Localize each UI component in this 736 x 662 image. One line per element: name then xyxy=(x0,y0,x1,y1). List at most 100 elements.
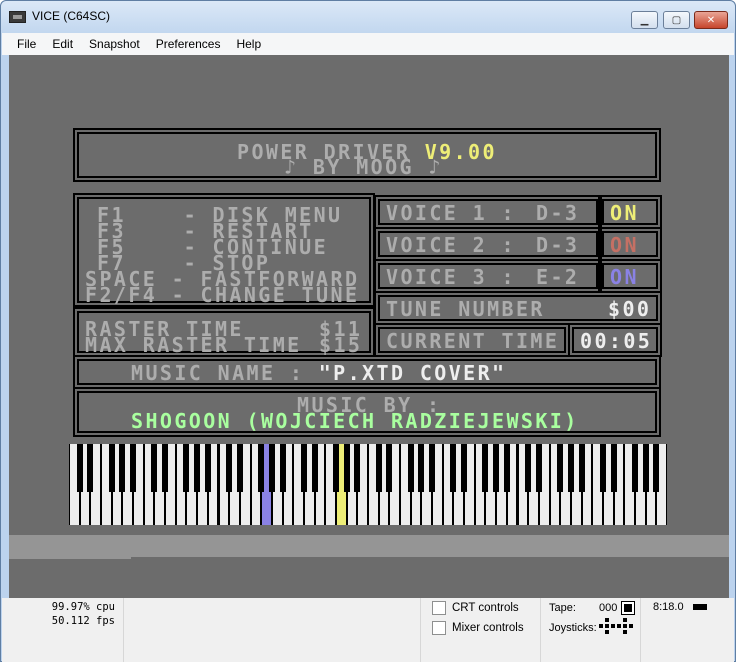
piano-black-key xyxy=(300,444,307,492)
piano-black-key xyxy=(194,444,201,492)
crt-controls-label: CRT controls xyxy=(452,602,519,614)
piano-black-key xyxy=(578,444,585,492)
max-raster-time-label: MAX RASTER TIME xyxy=(85,333,302,357)
piano-black-key xyxy=(268,444,275,492)
tape-stop-icon xyxy=(621,601,635,615)
key-help-line: F2/F4 - CHANGE TUNE xyxy=(85,283,360,307)
piano-black-key xyxy=(535,444,542,492)
voice-3-note: E-2 xyxy=(536,265,580,289)
music-name-panel: MUSIC NAME : "P.XTD COVER" xyxy=(73,355,661,389)
player-byline: ♪ BY MOOG ♪ xyxy=(284,155,443,179)
music-name-label: MUSIC NAME : xyxy=(131,361,319,385)
crt-controls-toggle[interactable]: CRT controls xyxy=(432,601,519,615)
performance-panel: 99.97% cpu 50.112 fps xyxy=(2,598,124,662)
status-bar: 99.97% cpu 50.112 fps CRT controls Mixer… xyxy=(2,598,734,662)
piano-black-key xyxy=(407,444,414,492)
close-button[interactable]: ✕ xyxy=(694,11,728,29)
piano-black-key xyxy=(311,444,318,492)
piano-black-key xyxy=(151,444,158,492)
devices-panel: Tape: 000 Joysticks: xyxy=(540,598,640,662)
voice-1-note: D-3 xyxy=(536,201,580,225)
voice-2-label: VOICE 2 : xyxy=(386,233,516,257)
current-time-label: CURRENT TIME xyxy=(386,329,560,353)
piano-black-key xyxy=(279,444,286,492)
menu-bar: File Edit Snapshot Preferences Help xyxy=(2,33,734,55)
current-time-value: 00:05 xyxy=(580,329,653,353)
vice-window: VICE (C64SC) ▁ ▢ ✕ File Edit Snapshot Pr… xyxy=(0,0,736,662)
voice-1-panel: VOICE 1 : D-3 xyxy=(374,195,602,229)
title-bar[interactable]: VICE (C64SC) ▁ ▢ ✕ xyxy=(1,1,735,33)
voice-1-state-panel: ON xyxy=(598,195,662,229)
piano-black-key xyxy=(503,444,510,492)
piano-black-key xyxy=(493,444,500,492)
joysticks-label: Joysticks: xyxy=(549,622,597,634)
drive-led-icon xyxy=(693,604,707,610)
key-help-panel: F1 - DISK MENU F3 - RESTART F5 - CONTINU… xyxy=(73,193,375,307)
mixer-controls-label: Mixer controls xyxy=(452,622,524,634)
voice-3-state-panel: ON xyxy=(598,259,662,293)
emulator-screen[interactable]: POWER DRIVER V9.00 ♪ BY MOOG ♪ F1 - DISK… xyxy=(9,55,729,598)
tape-counter[interactable]: 000 xyxy=(599,602,617,614)
piano-black-key xyxy=(375,444,382,492)
piano-black-key xyxy=(108,444,115,492)
header-panel: POWER DRIVER V9.00 ♪ BY MOOG ♪ xyxy=(73,128,661,182)
tune-number-label: TUNE NUMBER xyxy=(386,297,545,321)
menu-preferences[interactable]: Preferences xyxy=(148,37,229,51)
piano-black-key xyxy=(130,444,137,492)
piano-black-key xyxy=(226,444,233,492)
menu-help[interactable]: Help xyxy=(228,37,269,51)
piano-black-key xyxy=(631,444,638,492)
clock-panel: 8:18.0 xyxy=(640,598,734,662)
menu-snapshot[interactable]: Snapshot xyxy=(81,37,148,51)
piano-black-key xyxy=(332,444,339,492)
piano-black-key xyxy=(642,444,649,492)
mixer-controls-checkbox[interactable] xyxy=(432,621,446,635)
menu-edit[interactable]: Edit xyxy=(44,37,81,51)
voice-2-state-panel: ON xyxy=(598,227,662,261)
piano-black-key xyxy=(258,444,265,492)
tune-number-value: $00 xyxy=(608,297,652,321)
fps-counter: 50.112 fps xyxy=(51,615,115,627)
border-strip xyxy=(9,535,729,557)
mixer-controls-toggle[interactable]: Mixer controls xyxy=(432,621,524,635)
current-time-value-panel: 00:05 xyxy=(568,323,662,357)
piano-black-key xyxy=(76,444,83,492)
piano-black-key xyxy=(450,444,457,492)
piano-black-key xyxy=(236,444,243,492)
piano-black-key xyxy=(418,444,425,492)
controls-panel: CRT controls Mixer controls xyxy=(420,598,540,662)
maximize-button[interactable]: ▢ xyxy=(663,11,690,29)
voice-2-state: ON xyxy=(610,233,639,257)
piano-black-key xyxy=(87,444,94,492)
minimize-button[interactable]: ▁ xyxy=(631,11,658,29)
crt-controls-checkbox[interactable] xyxy=(432,601,446,615)
piano-black-key xyxy=(119,444,126,492)
joystick-icon[interactable] xyxy=(599,618,639,638)
raster-panel: RASTER TIME $11 MAX RASTER TIME $15 xyxy=(73,307,375,357)
piano-black-key xyxy=(567,444,574,492)
piano-black-key xyxy=(429,444,436,492)
piano-black-key xyxy=(204,444,211,492)
clock-time: 8:18.0 xyxy=(653,601,684,613)
piano-black-key xyxy=(183,444,190,492)
voice-1-state: ON xyxy=(610,201,639,225)
cpu-usage: 99.97% cpu xyxy=(51,601,115,613)
music-by-panel: MUSIC BY : SHOGOON (WOJCIECH RADZIEJEWSK… xyxy=(73,387,661,437)
piano-black-key xyxy=(599,444,606,492)
piano-black-key xyxy=(386,444,393,492)
piano-black-key xyxy=(525,444,532,492)
piano-black-key xyxy=(343,444,350,492)
voice-3-panel: VOICE 3 : E-2 xyxy=(374,259,602,293)
piano-black-key xyxy=(354,444,361,492)
tape-label: Tape: xyxy=(549,602,576,614)
voice-1-label: VOICE 1 : xyxy=(386,201,516,225)
tune-number-panel: TUNE NUMBER $00 xyxy=(374,291,662,325)
composer-name: SHOGOON (WOJCIECH RADZIEJEWSKI) xyxy=(131,409,579,433)
piano-black-key xyxy=(557,444,564,492)
voice-3-state: ON xyxy=(610,265,639,289)
menu-file[interactable]: File xyxy=(2,37,44,51)
max-raster-time-value: $15 xyxy=(319,333,363,357)
piano-black-key xyxy=(653,444,660,492)
piano-black-key xyxy=(482,444,489,492)
piano-black-key xyxy=(461,444,468,492)
